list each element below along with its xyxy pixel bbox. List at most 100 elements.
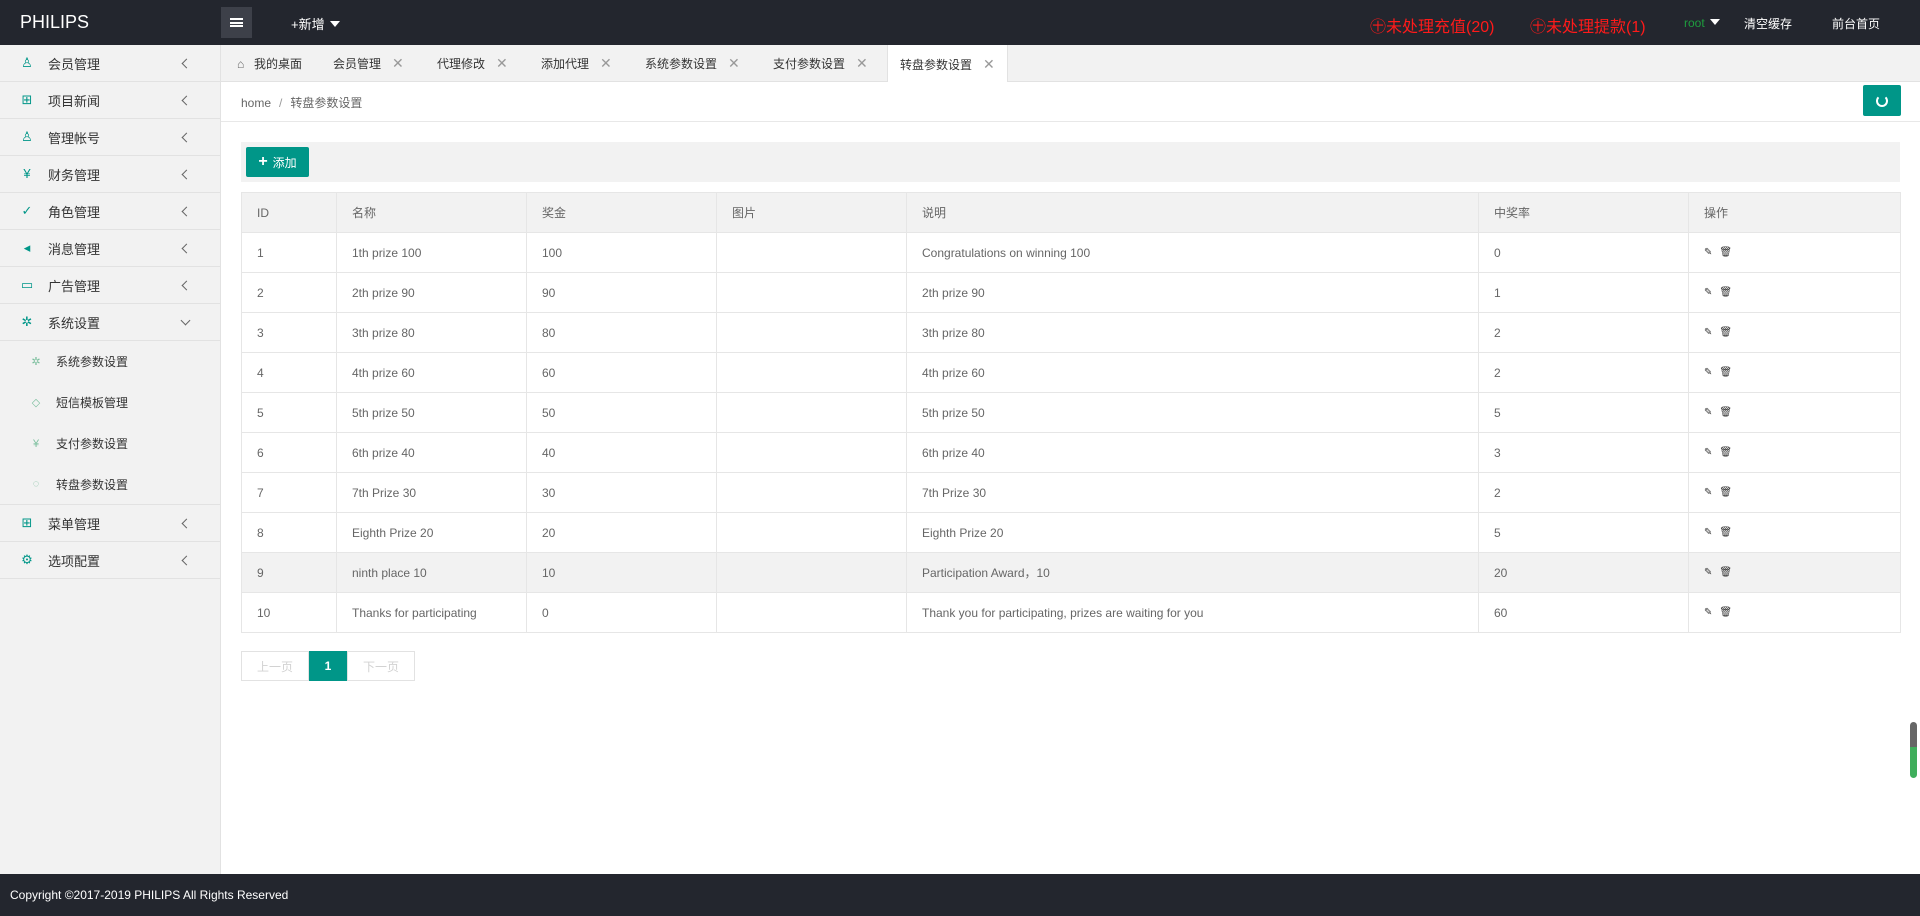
trash-icon[interactable]: 🗑: [1719, 287, 1732, 298]
table-cell: 5th prize 50: [336, 392, 527, 433]
sidebar-item-news[interactable]: ⊞ 项目新闻: [0, 82, 220, 119]
next-page-button[interactable]: 下一页: [347, 651, 416, 681]
sidebar-item-messages[interactable]: ◂ 消息管理: [0, 230, 220, 267]
close-icon[interactable]: ✕: [983, 56, 995, 73]
trash-icon[interactable]: 🗑: [1719, 367, 1732, 378]
table-cell: 2th prize 90: [906, 272, 1479, 313]
edit-icon[interactable]: ✎: [1704, 447, 1712, 458]
edit-icon[interactable]: ✎: [1704, 487, 1712, 498]
close-icon[interactable]: ✕: [392, 55, 404, 72]
edit-icon[interactable]: ✎: [1704, 287, 1712, 298]
trash-icon[interactable]: 🗑: [1719, 407, 1732, 418]
column-header-description: 说明: [906, 192, 1479, 233]
breadcrumb-home-link[interactable]: home: [241, 96, 271, 110]
sidebar-item-roles[interactable]: ✓ 角色管理: [0, 193, 220, 230]
close-icon[interactable]: ✕: [600, 55, 612, 72]
chevron-left-icon: [181, 518, 192, 528]
page-number-button[interactable]: 1: [309, 651, 348, 681]
trash-icon[interactable]: 🗑: [1719, 487, 1732, 498]
close-icon[interactable]: ✕: [728, 55, 740, 72]
table-cell: 5: [1478, 512, 1689, 553]
sidebar-item-ads[interactable]: ▭ 广告管理: [0, 267, 220, 304]
close-icon[interactable]: ✕: [496, 55, 508, 72]
menu-toggle-button[interactable]: [221, 7, 252, 38]
sidebar-subitem-wheel-params[interactable]: ◌ 转盘参数设置: [0, 464, 220, 505]
trash-icon[interactable]: 🗑: [1719, 567, 1732, 578]
sidebar-item-system-settings[interactable]: ✲ 系统设置: [0, 304, 220, 341]
table-row: 7 7th Prize 30 30 7th Prize 30 2 ✎ 🗑: [241, 472, 1901, 513]
tab-payment-params[interactable]: 支付参数设置 ✕: [773, 45, 868, 82]
add-new-dropdown[interactable]: +新增: [291, 14, 340, 33]
user-menu[interactable]: root: [1684, 16, 1720, 30]
front-home-link[interactable]: 前台首页: [1832, 15, 1880, 32]
clear-cache-link[interactable]: 清空缓存: [1744, 15, 1792, 32]
pagination: 上一页 1 下一页: [241, 651, 416, 681]
close-icon[interactable]: ✕: [856, 55, 868, 72]
table-cell: [716, 512, 907, 553]
tab-agent-edit[interactable]: 代理修改 ✕: [437, 45, 508, 82]
table-row: 4 4th prize 60 60 4th prize 60 2 ✎ 🗑: [241, 352, 1901, 393]
table-cell: [716, 392, 907, 433]
tab-my-desktop[interactable]: ⌂ 我的桌面: [237, 45, 302, 82]
edit-icon[interactable]: ✎: [1704, 607, 1712, 618]
sidebar-item-label: 会员管理: [48, 56, 101, 72]
table-cell: 6: [241, 432, 337, 473]
scroll-indicator[interactable]: [1910, 722, 1917, 778]
table-row: 2 2th prize 90 90 2th prize 90 1 ✎ 🗑: [241, 272, 1901, 313]
actions-cell: ✎ 🗑: [1688, 232, 1901, 273]
book-icon: ⊞: [21, 92, 33, 107]
edit-icon[interactable]: ✎: [1704, 407, 1712, 418]
chevron-left-icon: [181, 169, 192, 179]
user-name-label: root: [1684, 16, 1705, 30]
refresh-icon: [1876, 94, 1888, 107]
actions-cell: ✎ 🗑: [1688, 552, 1901, 593]
table-cell: 0: [1478, 232, 1689, 273]
prev-page-button[interactable]: 上一页: [241, 651, 310, 681]
trash-icon[interactable]: 🗑: [1719, 447, 1732, 458]
tab-label: 系统参数设置: [645, 57, 718, 71]
edit-icon[interactable]: ✎: [1704, 367, 1712, 378]
sidebar-item-members[interactable]: ♙ 会员管理: [0, 45, 220, 82]
trash-icon[interactable]: 🗑: [1719, 247, 1732, 258]
table-row: 6 6th prize 40 40 6th prize 40 3 ✎ 🗑: [241, 432, 1901, 473]
tab-wheel-params[interactable]: 转盘参数设置 ✕: [887, 45, 1008, 83]
trash-icon[interactable]: 🗑: [1719, 607, 1732, 618]
column-header-id: ID: [241, 192, 337, 233]
actions-cell: ✎ 🗑: [1688, 472, 1901, 513]
refresh-button[interactable]: [1863, 85, 1901, 116]
tab-add-agent[interactable]: 添加代理 ✕: [541, 45, 612, 82]
gear-icon: ✲: [21, 314, 33, 329]
sidebar-item-options[interactable]: ⚙ 选项配置: [0, 542, 220, 579]
sidebar-item-finance[interactable]: ¥ 财务管理: [0, 156, 220, 193]
trash-icon[interactable]: 🗑: [1719, 527, 1732, 538]
actions-cell: ✎ 🗑: [1688, 352, 1901, 393]
table-cell: 4th prize 60: [906, 352, 1479, 393]
table-row: 5 5th prize 50 50 5th prize 50 5 ✎ 🗑: [241, 392, 1901, 433]
column-header-win-rate: 中奖率: [1478, 192, 1689, 233]
edit-icon[interactable]: ✎: [1704, 567, 1712, 578]
tab-members[interactable]: 会员管理 ✕: [333, 45, 404, 82]
edit-icon[interactable]: ✎: [1704, 247, 1712, 258]
sidebar-item-label: 菜单管理: [48, 516, 101, 532]
edit-icon[interactable]: ✎: [1704, 327, 1712, 338]
unprocessed-recharge-link[interactable]: ㊉未处理充值(20): [1370, 13, 1494, 37]
sidebar-subitem-sms-templates[interactable]: ◇ 短信模板管理: [0, 382, 220, 423]
table-cell: 80: [526, 312, 717, 353]
column-header-image: 图片: [716, 192, 907, 233]
tab-bar: ⌂ 我的桌面 会员管理 ✕ 代理修改 ✕ 添加代理 ✕ 系统参数设置 ✕ 支付参数设置 ✕ …: [221, 45, 1920, 83]
table-cell: 2: [1478, 472, 1689, 513]
trash-icon[interactable]: 🗑: [1719, 327, 1732, 338]
tab-system-params[interactable]: 系统参数设置 ✕: [645, 45, 740, 82]
table-cell: [716, 472, 907, 513]
edit-icon[interactable]: ✎: [1704, 527, 1712, 538]
sidebar-subitem-payment-params[interactable]: ¥ 支付参数设置: [0, 423, 220, 464]
sidebar-item-admin-accounts[interactable]: ♙ 管理帐号: [0, 119, 220, 156]
sidebar-item-menus[interactable]: ⊞ 菜单管理: [0, 505, 220, 542]
column-header-name: 名称: [336, 192, 527, 233]
unprocessed-withdraw-link[interactable]: ㊉未处理提款(1): [1530, 13, 1646, 37]
sidebar-subitem-system-params[interactable]: ✲ 系统参数设置: [0, 341, 220, 382]
add-button[interactable]: + 添加: [246, 147, 309, 177]
add-new-label: +新增: [291, 17, 325, 32]
table-cell: 6th prize 40: [336, 432, 527, 473]
footer-copyright: Copyright ©2017-2019 PHILIPS All Rights …: [0, 874, 1920, 916]
